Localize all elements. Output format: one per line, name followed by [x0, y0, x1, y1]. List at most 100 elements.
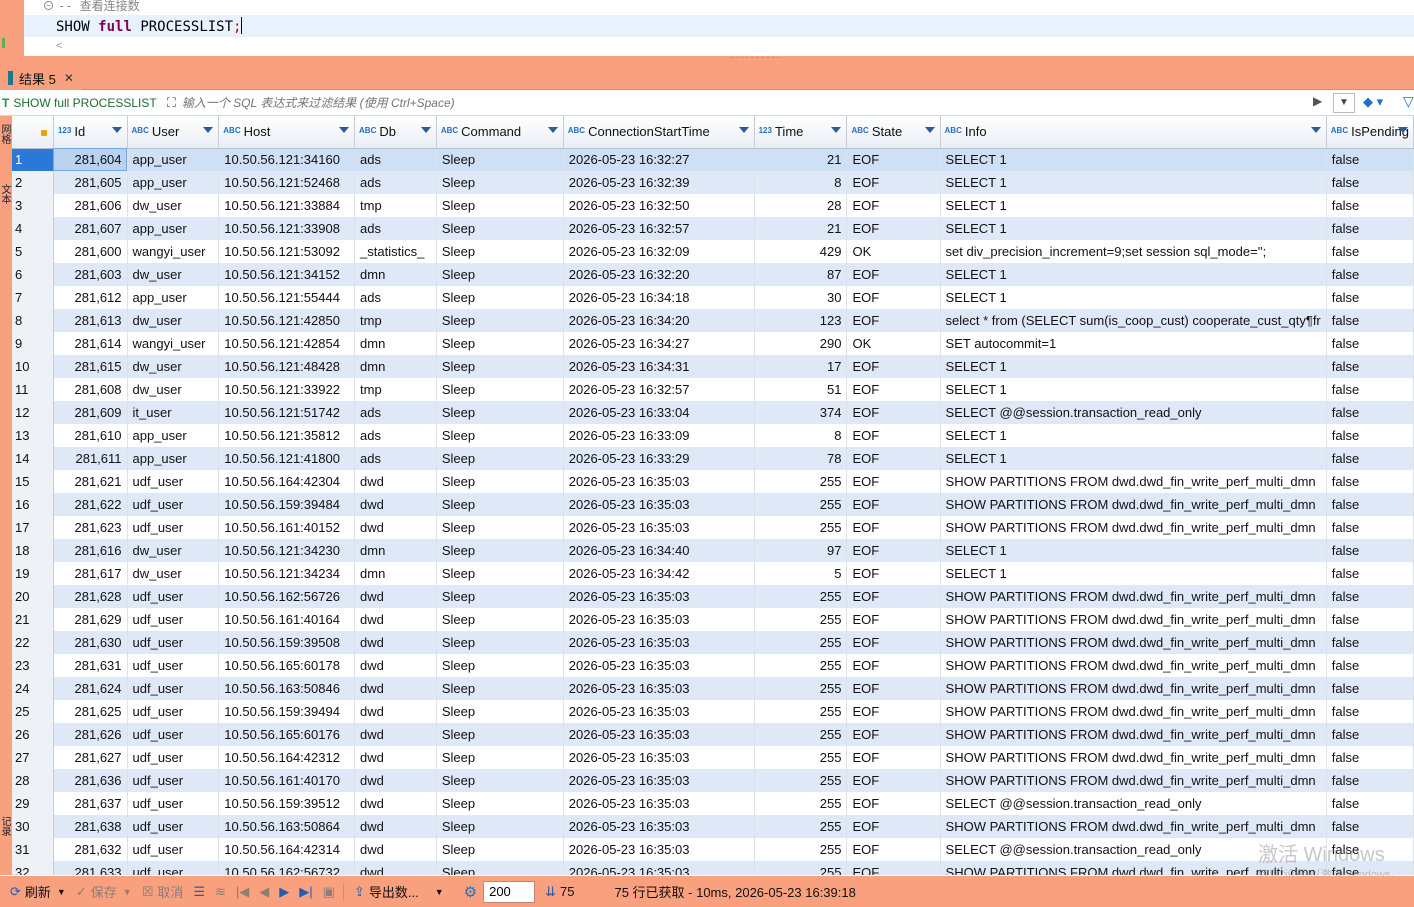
table-cell[interactable]: EOF — [846, 585, 941, 608]
table-cell[interactable]: 10.50.56.159:39508 — [218, 631, 356, 654]
side-tab-grid[interactable]: 网格 — [0, 124, 12, 144]
table-cell[interactable]: ads — [354, 424, 437, 447]
close-icon[interactable]: ✕ — [64, 71, 74, 85]
editor-results-splitter[interactable] — [0, 56, 1414, 64]
table-cell[interactable]: EOF — [846, 263, 941, 286]
table-cell[interactable]: 255 — [754, 792, 848, 815]
table-cell[interactable]: 10.50.56.164:42312 — [218, 746, 356, 769]
table-row[interactable]: 11 281,608 dw_user 10.50.56.121:33922 tmp Sle… — [12, 378, 1414, 401]
table-cell[interactable]: Sleep — [436, 286, 564, 309]
table-cell[interactable]: 2026-05-23 16:34:18 — [563, 286, 755, 309]
table-cell[interactable]: 2026-05-23 16:34:40 — [563, 539, 755, 562]
table-cell[interactable]: EOF — [846, 217, 941, 240]
table-cell[interactable]: udf_user — [127, 700, 220, 723]
table-cell[interactable]: 255 — [754, 861, 848, 875]
table-cell[interactable]: 281,627 — [53, 746, 128, 769]
table-cell[interactable]: 10.50.56.162:56726 — [218, 585, 356, 608]
table-cell[interactable]: 30 — [754, 286, 848, 309]
table-cell[interactable]: 255 — [754, 516, 848, 539]
table-cell[interactable]: dwd — [354, 700, 437, 723]
table-cell[interactable]: false — [1326, 401, 1414, 424]
table-cell[interactable]: Sleep — [436, 263, 564, 286]
row-number[interactable]: 21 — [12, 608, 54, 631]
table-cell[interactable]: 281,632 — [53, 838, 128, 861]
table-cell[interactable]: dw_user — [127, 309, 220, 332]
apply-filter-icon[interactable]: ▶ — [1313, 94, 1322, 108]
table-cell[interactable]: 281,606 — [53, 194, 128, 217]
table-cell[interactable]: Sleep — [436, 677, 564, 700]
column-header-info[interactable]: ABC Info — [940, 116, 1327, 149]
table-cell[interactable]: SHOW PARTITIONS FROM dwd.dwd_fin_write_p… — [940, 585, 1327, 608]
table-cell[interactable]: dw_user — [127, 539, 220, 562]
row-number[interactable]: 29 — [12, 792, 54, 815]
sort-icon[interactable] — [547, 127, 558, 133]
table-row[interactable]: 19 281,617 dw_user 10.50.56.121:34234 dmn Sle… — [12, 562, 1414, 585]
table-cell[interactable]: Sleep — [436, 447, 564, 470]
table-cell[interactable]: 10.50.56.161:40164 — [218, 608, 356, 631]
table-cell[interactable]: 2026-05-23 16:35:03 — [563, 493, 755, 516]
table-cell[interactable]: 281,600 — [53, 240, 128, 263]
table-cell[interactable]: SHOW PARTITIONS FROM dwd.dwd_fin_write_p… — [940, 631, 1327, 654]
table-cell[interactable]: SHOW PARTITIONS FROM dwd.dwd_fin_write_p… — [940, 723, 1327, 746]
table-cell[interactable]: EOF — [846, 654, 941, 677]
table-cell[interactable]: dw_user — [127, 378, 220, 401]
table-cell[interactable]: 10.50.56.121:41800 — [218, 447, 356, 470]
table-cell[interactable]: 2026-05-23 16:35:03 — [563, 815, 755, 838]
table-cell[interactable]: 2026-05-23 16:33:29 — [563, 447, 755, 470]
table-cell[interactable]: 10.50.56.121:34234 — [218, 562, 356, 585]
table-cell[interactable]: set div_precision_increment=9;set sessio… — [940, 240, 1327, 263]
table-cell[interactable]: 2026-05-23 16:35:03 — [563, 723, 755, 746]
table-cell[interactable]: 2026-05-23 16:35:03 — [563, 654, 755, 677]
table-cell[interactable]: Sleep — [436, 355, 564, 378]
column-header-ispending[interactable]: ABC IsPending — [1326, 116, 1414, 149]
table-cell[interactable]: EOF — [846, 309, 941, 332]
row-number[interactable]: 9 — [12, 332, 54, 355]
table-cell[interactable]: EOF — [846, 355, 941, 378]
table-row[interactable]: 31 281,632 udf_user 10.50.56.164:42314 dwd Sl… — [12, 838, 1414, 861]
next-page-icon[interactable]: ▶ — [279, 884, 289, 900]
table-cell[interactable]: Sleep — [436, 700, 564, 723]
table-cell[interactable]: 281,624 — [53, 677, 128, 700]
chevron-down-icon[interactable]: ▼ — [57, 887, 66, 897]
table-cell[interactable]: 97 — [754, 539, 848, 562]
last-page-icon[interactable]: ▶| — [299, 884, 312, 900]
row-number[interactable]: 2 — [12, 171, 54, 194]
table-cell[interactable]: 17 — [754, 355, 848, 378]
table-cell[interactable]: Sleep — [436, 148, 564, 171]
table-cell[interactable]: EOF — [846, 470, 941, 493]
table-cell[interactable]: 2026-05-23 16:35:03 — [563, 746, 755, 769]
table-cell[interactable]: 8 — [754, 424, 848, 447]
table-row[interactable]: 24 281,624 udf_user 10.50.56.163:50846 dwd Sl… — [12, 677, 1414, 700]
table-cell[interactable]: 255 — [754, 493, 848, 516]
table-cell[interactable]: SELECT 1 — [940, 263, 1327, 286]
table-cell[interactable]: 281,622 — [53, 493, 128, 516]
chevron-down-icon[interactable]: ▼ — [435, 887, 444, 897]
table-cell[interactable]: 2026-05-23 16:35:03 — [563, 700, 755, 723]
table-cell[interactable]: false — [1326, 171, 1414, 194]
table-row[interactable]: 1 281,604 app_user 10.50.56.121:34160 ads Sle… — [12, 148, 1414, 171]
table-cell[interactable]: SELECT 1 — [940, 217, 1327, 240]
table-cell[interactable]: 2026-05-23 16:35:03 — [563, 470, 755, 493]
side-tab-record[interactable]: 记录 — [0, 816, 12, 836]
table-cell[interactable]: dmn — [354, 355, 437, 378]
table-row[interactable]: 4 281,607 app_user 10.50.56.121:33908 ads Sle… — [12, 217, 1414, 240]
table-cell[interactable]: dwd — [354, 677, 437, 700]
table-row[interactable]: 30 281,638 udf_user 10.50.56.163:50864 dwd Sl… — [12, 815, 1414, 838]
table-cell[interactable]: SHOW PARTITIONS FROM dwd.dwd_fin_write_p… — [940, 861, 1327, 875]
table-cell[interactable]: 281,615 — [53, 355, 128, 378]
sql-statement[interactable]: SHOW full PROCESSLIST; — [56, 17, 243, 35]
row-number[interactable]: 15 — [12, 470, 54, 493]
table-cell[interactable]: 10.50.56.159:39494 — [218, 700, 356, 723]
cancel-button[interactable]: ☒ 取消 — [142, 882, 184, 901]
table-cell[interactable]: 281,621 — [53, 470, 128, 493]
table-cell[interactable]: 281,630 — [53, 631, 128, 654]
table-cell[interactable]: OK — [846, 332, 941, 355]
table-cell[interactable]: false — [1326, 631, 1414, 654]
row-number[interactable]: 11 — [12, 378, 54, 401]
prev-page-icon[interactable]: ◀ — [259, 884, 269, 900]
table-cell[interactable]: udf_user — [127, 493, 220, 516]
table-cell[interactable]: 281,625 — [53, 700, 128, 723]
table-cell[interactable]: 2026-05-23 16:32:50 — [563, 194, 755, 217]
format-icon[interactable]: ≋ — [215, 884, 226, 900]
table-cell[interactable]: 2026-05-23 16:35:03 — [563, 677, 755, 700]
